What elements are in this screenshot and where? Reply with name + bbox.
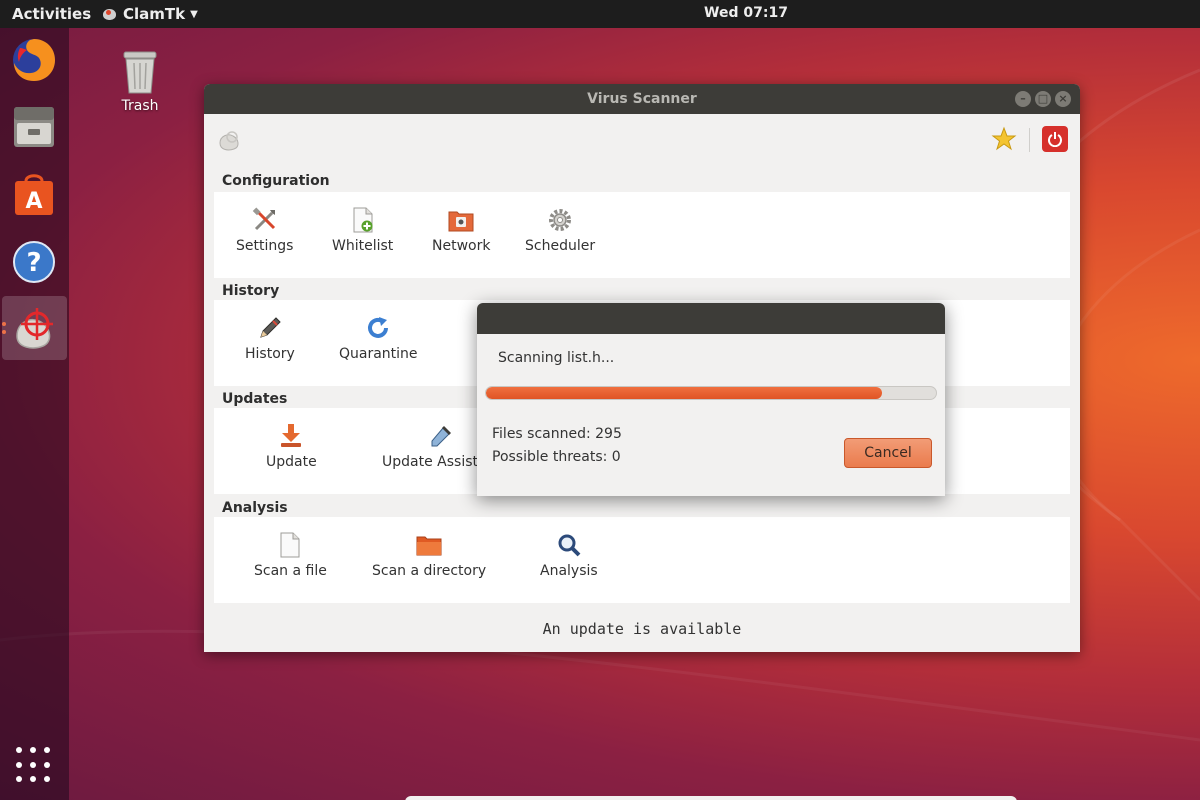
whitelist-button[interactable]: Whitelist bbox=[332, 206, 393, 254]
scan-message: Scanning list.h... bbox=[498, 350, 615, 366]
dock-item-software[interactable]: A bbox=[9, 169, 59, 219]
close-button[interactable]: × bbox=[1055, 91, 1071, 107]
files-scanned-text: Files scanned: 295 bbox=[492, 426, 622, 442]
settings-button[interactable]: Settings bbox=[236, 206, 293, 254]
update-label: Update bbox=[266, 454, 317, 470]
desktop-trash[interactable]: Trash bbox=[110, 48, 170, 114]
clamtk-logo-icon bbox=[219, 131, 239, 151]
magnifier-icon bbox=[558, 534, 581, 557]
possible-threats-text: Possible threats: 0 bbox=[492, 449, 621, 465]
star-icon[interactable] bbox=[991, 126, 1017, 152]
scan-progress-bar bbox=[485, 386, 937, 400]
clamtk-icon bbox=[15, 308, 53, 349]
maximize-button[interactable]: □ bbox=[1035, 91, 1051, 107]
dock-item-help[interactable]: ? bbox=[9, 237, 59, 287]
section-configuration-label: Configuration bbox=[222, 173, 330, 189]
software-center-icon: A bbox=[15, 174, 53, 215]
top-bar: Activities ClamTk ▼ Wed 07:17 bbox=[0, 0, 1200, 28]
whitelist-label: Whitelist bbox=[332, 238, 394, 254]
status-message: An update is available bbox=[542, 620, 742, 638]
pencil-icon bbox=[260, 317, 281, 338]
section-updates-label: Updates bbox=[222, 391, 288, 407]
dialog-titlebar[interactable] bbox=[477, 303, 945, 334]
whitelist-document-icon bbox=[353, 207, 373, 233]
files-icon bbox=[14, 107, 54, 147]
dock-item-clamtk[interactable] bbox=[2, 296, 67, 360]
window-controls: – □ × bbox=[1015, 91, 1071, 107]
scheduler-button[interactable]: Scheduler bbox=[525, 206, 595, 254]
power-icon bbox=[1048, 132, 1062, 147]
section-analysis-label: Analysis bbox=[222, 500, 288, 516]
refresh-icon bbox=[368, 317, 389, 338]
settings-tools-icon bbox=[252, 207, 275, 231]
trash-icon bbox=[123, 51, 157, 94]
file-icon bbox=[280, 532, 300, 558]
scan-file-button[interactable]: Scan a file bbox=[254, 531, 327, 579]
background-window-edge bbox=[405, 796, 1017, 800]
quarantine-button[interactable]: Quarantine bbox=[339, 314, 418, 362]
minimize-button[interactable]: – bbox=[1015, 91, 1031, 107]
quarantine-label: Quarantine bbox=[339, 346, 418, 362]
scan-directory-label: Scan a directory bbox=[372, 563, 487, 579]
scan-file-label: Scan a file bbox=[254, 563, 327, 579]
help-icon: ? bbox=[13, 241, 55, 283]
window-toolbar bbox=[204, 114, 1080, 164]
configuration-panel: Settings Whitelist Network Scheduler bbox=[214, 192, 1070, 278]
dock: A ? bbox=[0, 28, 69, 800]
dropper-icon bbox=[431, 426, 452, 447]
settings-label: Settings bbox=[236, 238, 294, 254]
update-button[interactable]: Update bbox=[266, 422, 317, 470]
download-icon bbox=[281, 424, 302, 447]
cancel-button[interactable]: Cancel bbox=[844, 438, 932, 468]
scheduler-gear-icon bbox=[549, 209, 572, 231]
window-title: Virus Scanner bbox=[587, 91, 697, 107]
power-button[interactable] bbox=[1042, 126, 1068, 152]
firefox-icon bbox=[13, 39, 55, 81]
analysis-panel: Scan a file Scan a directory Analysis bbox=[214, 517, 1070, 603]
window-titlebar[interactable]: Virus Scanner – □ × bbox=[204, 84, 1080, 114]
clock[interactable]: Wed 07:17 bbox=[0, 5, 1200, 21]
toolbar-separator bbox=[1029, 128, 1030, 152]
scheduler-label: Scheduler bbox=[525, 238, 596, 254]
network-label: Network bbox=[432, 238, 491, 254]
history-item-label: History bbox=[245, 346, 295, 362]
history-button[interactable]: History bbox=[245, 314, 295, 362]
scan-progress-dialog: Scanning list.h... Files scanned: 295 Po… bbox=[477, 303, 945, 496]
svg-text:?: ? bbox=[26, 248, 41, 278]
analysis-label: Analysis bbox=[540, 563, 598, 579]
analysis-button[interactable]: Analysis bbox=[540, 531, 598, 579]
svg-text:A: A bbox=[25, 189, 42, 214]
dock-item-files[interactable] bbox=[9, 101, 59, 151]
trash-label: Trash bbox=[121, 98, 159, 114]
apps-grid-icon[interactable] bbox=[16, 747, 52, 783]
dock-item-firefox[interactable] bbox=[9, 35, 59, 85]
section-history-label: History bbox=[222, 283, 280, 299]
network-icon bbox=[448, 211, 474, 232]
network-button[interactable]: Network bbox=[432, 206, 490, 254]
scan-progress-fill bbox=[486, 387, 882, 399]
scan-directory-button[interactable]: Scan a directory bbox=[372, 531, 486, 579]
folder-icon bbox=[416, 536, 442, 556]
